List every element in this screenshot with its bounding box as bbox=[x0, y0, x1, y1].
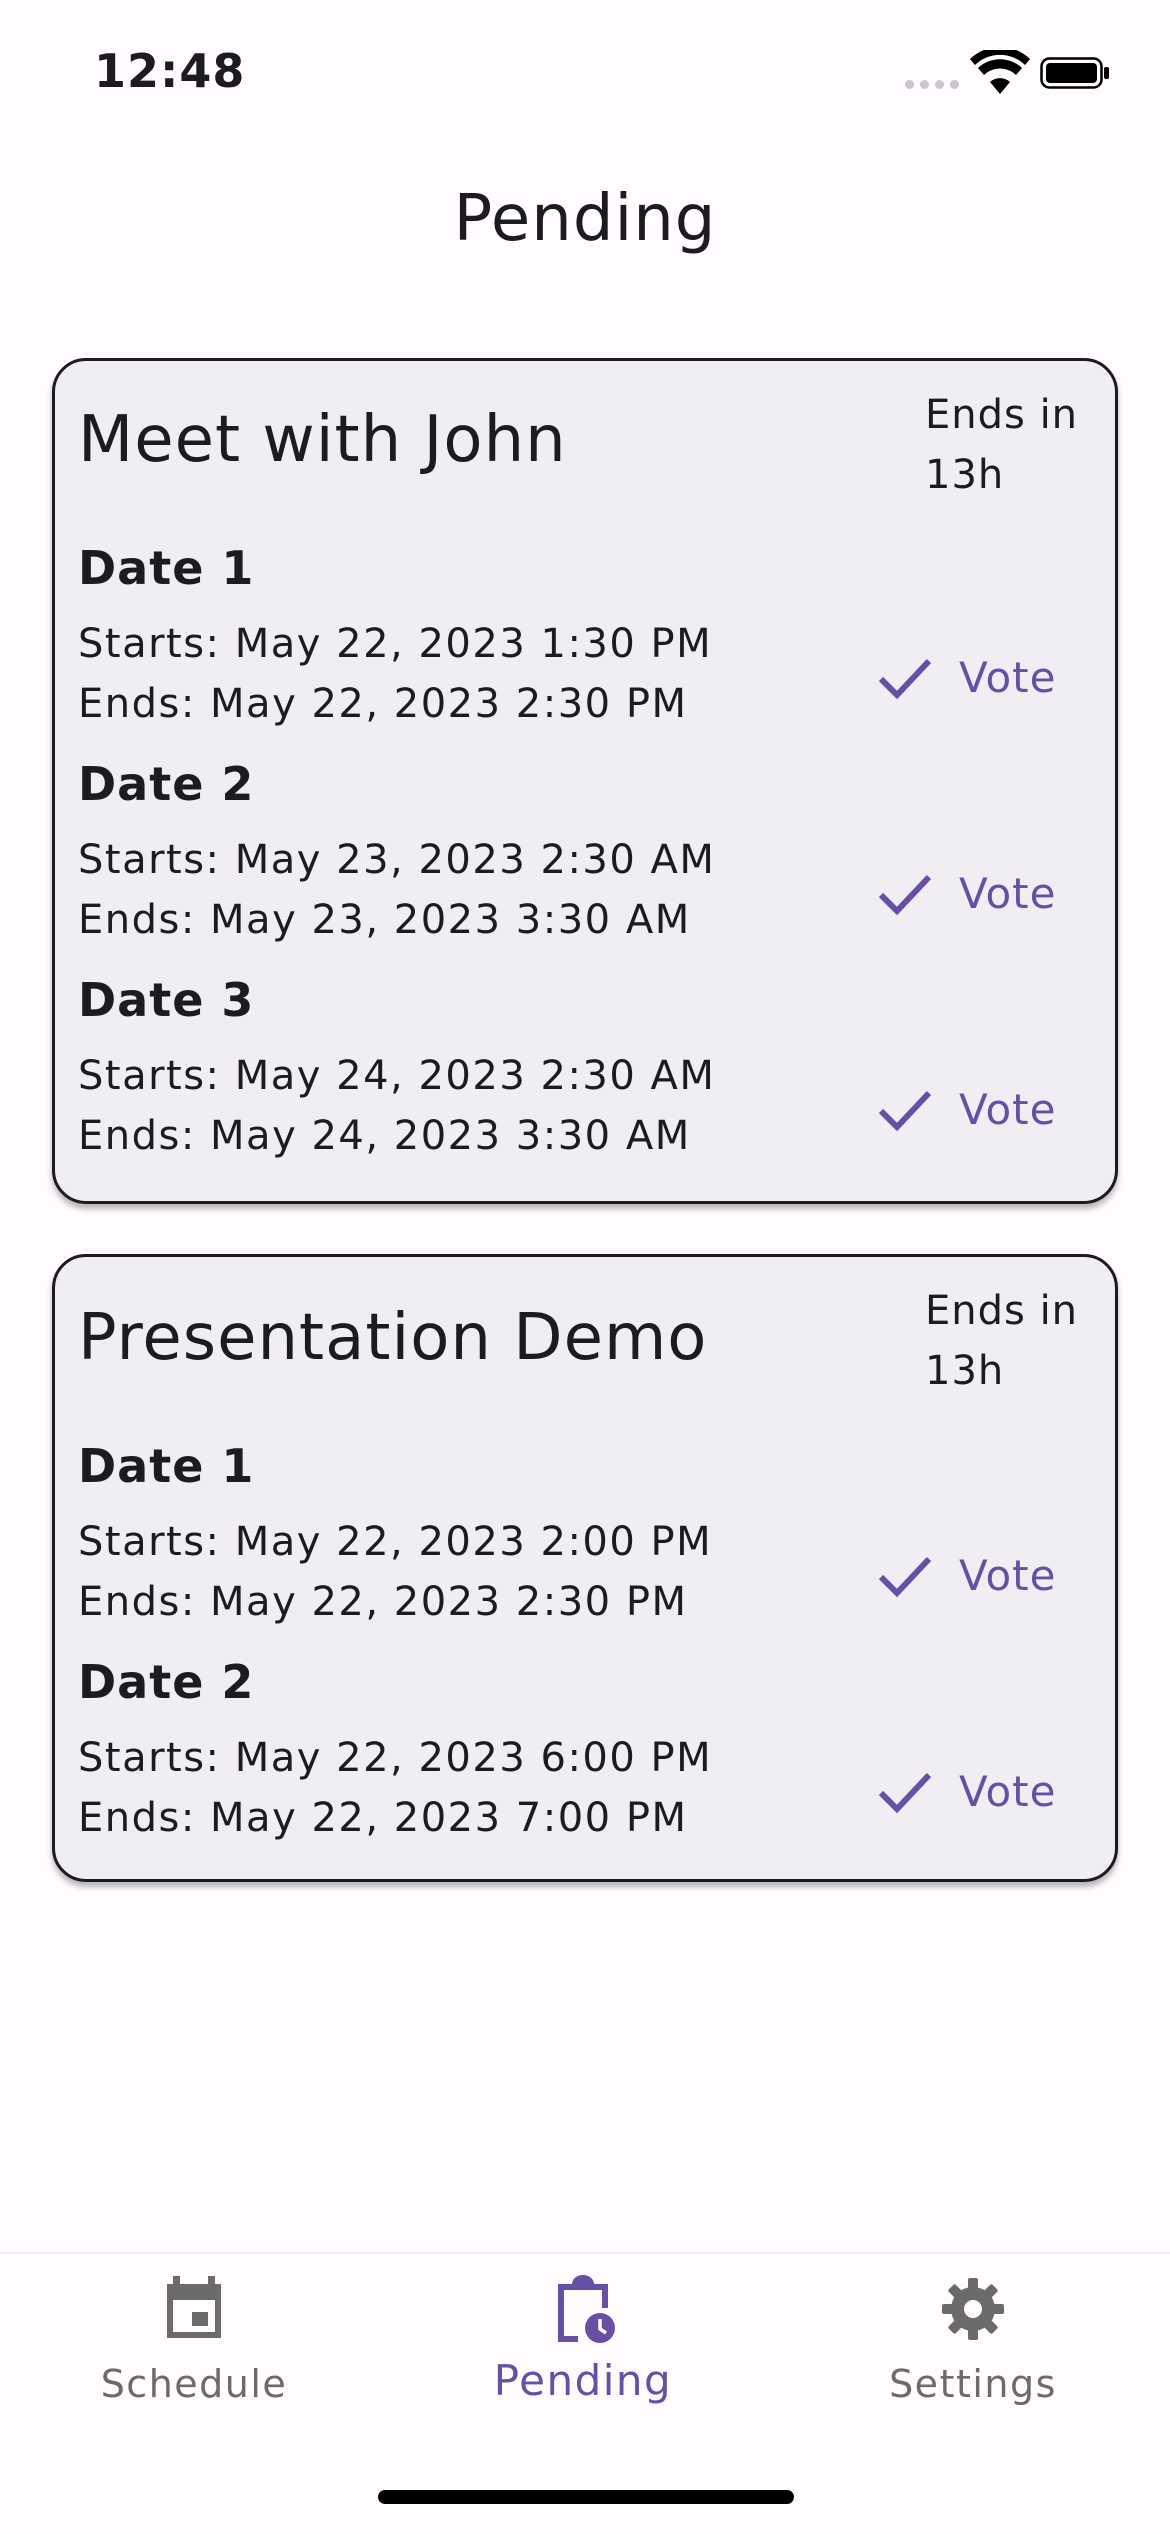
date-end: Ends: May 22, 2023 2:30 PM bbox=[78, 681, 688, 727]
checkmark-icon bbox=[878, 1772, 932, 1814]
event-card: Meet with John Ends in 13h Date 1 Starts… bbox=[52, 358, 1118, 1204]
home-indicator[interactable] bbox=[378, 2490, 794, 2504]
ends-in-label: Ends in 13h bbox=[925, 392, 1079, 498]
status-time: 12:48 bbox=[94, 44, 246, 98]
date-start: Starts: May 24, 2023 2:30 AM bbox=[78, 1053, 716, 1099]
vote-button[interactable]: Vote bbox=[875, 1069, 1056, 1149]
date-label: Date 3 bbox=[78, 973, 255, 1027]
status-bar: 12:48 bbox=[0, 0, 1170, 140]
nav-label-schedule: Schedule bbox=[100, 2362, 288, 2406]
cellular-signal-icon bbox=[905, 80, 959, 89]
date-end: Ends: May 23, 2023 3:30 AM bbox=[78, 897, 691, 943]
calendar-icon bbox=[167, 2276, 221, 2338]
date-option: Date 3 Starts: May 24, 2023 2:30 AM Ends… bbox=[55, 973, 1115, 1189]
vote-label: Vote bbox=[959, 868, 1057, 918]
date-end: Ends: May 22, 2023 2:30 PM bbox=[78, 1579, 688, 1625]
vote-label: Vote bbox=[959, 652, 1057, 702]
battery-icon bbox=[1040, 57, 1109, 89]
date-option: Date 2 Starts: May 23, 2023 2:30 AM Ends… bbox=[55, 757, 1115, 973]
page-title: Pending bbox=[453, 182, 717, 256]
checkmark-icon bbox=[878, 658, 932, 700]
nav-item-schedule[interactable]: Schedule bbox=[44, 2274, 344, 2474]
gear-icon bbox=[942, 2278, 1004, 2340]
event-title: Meet with John bbox=[78, 403, 567, 477]
checkmark-icon bbox=[878, 874, 932, 916]
date-option: Date 2 Starts: May 22, 2023 6:00 PM Ends… bbox=[55, 1655, 1115, 1871]
date-option: Date 1 Starts: May 22, 2023 1:30 PM Ends… bbox=[55, 541, 1115, 757]
date-label: Date 2 bbox=[78, 757, 255, 811]
event-card: Presentation Demo Ends in 13h Date 1 Sta… bbox=[52, 1254, 1118, 1882]
date-label: Date 1 bbox=[78, 1439, 255, 1493]
vote-button[interactable]: Vote bbox=[875, 1751, 1056, 1831]
date-label: Date 1 bbox=[78, 541, 255, 595]
vote-button[interactable]: Vote bbox=[875, 853, 1056, 933]
vote-button[interactable]: Vote bbox=[875, 637, 1056, 717]
date-option: Date 1 Starts: May 22, 2023 2:00 PM Ends… bbox=[55, 1439, 1115, 1655]
date-start: Starts: May 23, 2023 2:30 AM bbox=[78, 837, 716, 883]
vote-label: Vote bbox=[959, 1766, 1057, 1816]
vote-label: Vote bbox=[959, 1084, 1057, 1134]
date-label: Date 2 bbox=[78, 1655, 255, 1709]
vote-label: Vote bbox=[959, 1550, 1057, 1600]
date-end: Ends: May 24, 2023 3:30 AM bbox=[78, 1113, 691, 1159]
vote-button[interactable]: Vote bbox=[875, 1535, 1056, 1615]
wifi-icon bbox=[970, 50, 1030, 94]
nav-item-settings[interactable]: Settings bbox=[823, 2274, 1123, 2474]
date-start: Starts: May 22, 2023 1:30 PM bbox=[78, 621, 713, 667]
ends-in-label: Ends in 13h bbox=[925, 1288, 1079, 1394]
nav-item-pending[interactable]: Pending bbox=[433, 2274, 733, 2474]
date-end: Ends: May 22, 2023 7:00 PM bbox=[78, 1795, 688, 1841]
nav-label-settings: Settings bbox=[889, 2362, 1057, 2406]
event-title: Presentation Demo bbox=[78, 1301, 708, 1375]
date-start: Starts: May 22, 2023 2:00 PM bbox=[78, 1519, 713, 1565]
nav-label-pending: Pending bbox=[493, 2356, 673, 2405]
date-start: Starts: May 22, 2023 6:00 PM bbox=[78, 1735, 713, 1781]
checkmark-icon bbox=[878, 1556, 932, 1598]
checkmark-icon bbox=[878, 1090, 932, 1132]
pending-clipboard-icon bbox=[558, 2275, 615, 2343]
